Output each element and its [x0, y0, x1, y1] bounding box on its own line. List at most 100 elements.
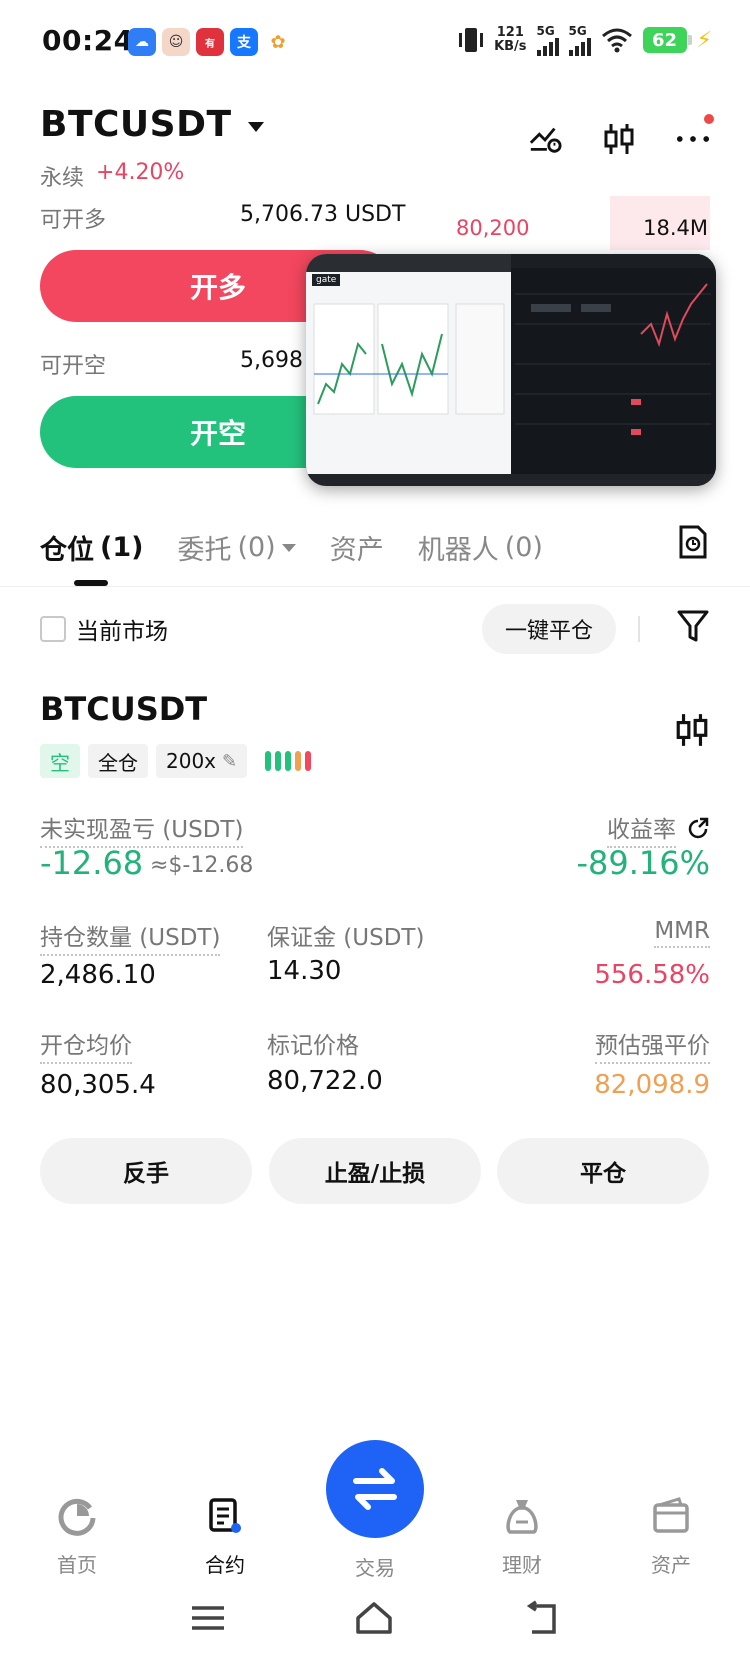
risk-level-indicator [265, 751, 312, 771]
pip-browser-bar [306, 254, 511, 272]
mark-price-label: 标记价格 [267, 1033, 359, 1059]
long-available-row: 可开多 5,706.73 USDT [40, 202, 405, 234]
menu-icon[interactable] [188, 1598, 228, 1638]
nav-earn-label: 理财 [502, 1553, 542, 1577]
youdao-icon: 有 [196, 28, 224, 56]
status-time: 00:24 [42, 24, 134, 57]
price-alert-icon [529, 127, 562, 153]
sim1-label: 5G [536, 24, 555, 38]
short-available-value: 5,698 [240, 348, 303, 373]
home-nav-icon[interactable] [354, 1598, 394, 1638]
filter-icon[interactable] [676, 608, 710, 644]
avatar-app-icon: ☺ [162, 28, 190, 56]
risk-bar [305, 751, 312, 771]
unrealized-pnl-value: -12.68 [40, 844, 144, 882]
signal-bars-icon [568, 38, 591, 56]
close-position-button[interactable]: 平仓 [497, 1138, 709, 1204]
vibrate-icon [459, 28, 484, 52]
signal-bars-icon [536, 38, 559, 56]
kline-button[interactable] [602, 122, 636, 156]
orderbook-qty: 18.4M [643, 216, 708, 240]
leverage-tag[interactable]: 200x ✎ [156, 744, 248, 778]
tab-assets[interactable]: 资产 [330, 528, 384, 567]
sim1-signal: 5G [536, 24, 559, 56]
position-symbol[interactable]: BTCUSDT [40, 690, 207, 728]
chevron-down-icon [281, 543, 296, 552]
more-icon [676, 136, 710, 142]
charging-icon: ⚡ [696, 27, 712, 53]
unrealized-pnl-usd: ≈$-12.68 [150, 853, 254, 878]
side-tag: 空 [40, 744, 80, 778]
history-document-icon[interactable] [678, 524, 708, 560]
battery-icon: 62 [642, 27, 692, 53]
nav-home-label: 首页 [57, 1553, 97, 1577]
orderbook-price[interactable]: 80,200 [456, 216, 529, 240]
nav-home[interactable]: 首页 [27, 1496, 127, 1578]
futures-icon [209, 1498, 241, 1533]
unrealized-pnl-label: 未实现盈亏 (USDT) [40, 810, 244, 848]
nav-trade-label: 交易 [355, 1556, 395, 1580]
tab-positions[interactable]: 仓位 (1) [40, 528, 143, 567]
trade-button[interactable] [326, 1440, 424, 1538]
pair-title: BTCUSDT [40, 104, 232, 145]
home-icon [58, 1498, 96, 1536]
close-all-button[interactable]: 一键平仓 [482, 604, 616, 654]
current-market-filter[interactable]: 当前市场 [40, 612, 168, 646]
net-speed: 121 KB/s [494, 26, 526, 54]
nav-assets[interactable]: 资产 [621, 1496, 721, 1578]
price-alert-button[interactable] [528, 122, 562, 156]
current-market-label: 当前市场 [76, 619, 168, 645]
notification-dot [704, 114, 714, 124]
swap-arrows-icon [353, 1468, 397, 1510]
tab-orders-label: 委托 [177, 535, 232, 566]
short-available-row: 可开空 5,698 [40, 348, 303, 380]
filter-separator [638, 616, 640, 642]
back-icon[interactable] [522, 1598, 562, 1638]
tab-orders[interactable]: 委托 (0) [177, 528, 296, 567]
pip-dark-pane [511, 254, 716, 486]
net-speed-value: 121 [496, 25, 524, 40]
more-button[interactable] [676, 114, 714, 156]
leverage-value: 200x [166, 749, 217, 773]
mark-price-value: 80,722.0 [267, 1066, 383, 1096]
baidu-netdisk-icon: ☁ [128, 28, 156, 56]
margin-label: 保证金 (USDT) [267, 925, 425, 951]
candlestick-icon [604, 124, 634, 154]
bottom-nav: 首页 合约 交易 理财 资产 [0, 1440, 750, 1580]
short-available-label: 可开空 [40, 354, 107, 379]
nav-futures[interactable]: 合约 [175, 1496, 275, 1578]
pip-chart-dark [511, 254, 716, 435]
entry-price-label: 开仓均价 [40, 1026, 132, 1064]
entry-price-value: 80,305.4 [40, 1070, 156, 1100]
floating-window[interactable]: gate [306, 254, 716, 486]
pip-chart-light [313, 303, 505, 415]
status-app-icons: ☁ ☺ 有 支 ✿ [128, 28, 292, 56]
risk-bar [265, 751, 272, 771]
chevron-down-icon [247, 121, 264, 132]
liq-price-label: 预估强平价 [595, 1026, 710, 1064]
tpsl-button[interactable]: 止盈/止损 [269, 1138, 481, 1204]
pair-selector[interactable]: BTCUSDT [40, 104, 264, 145]
current-market-checkbox[interactable] [40, 616, 66, 642]
share-refresh-icon[interactable] [686, 817, 710, 841]
tab-orders-count: (0) [237, 532, 276, 563]
system-nav-bar [0, 1598, 750, 1658]
net-speed-unit: KB/s [494, 39, 527, 54]
roi-value: -89.16% [576, 844, 710, 882]
risk-bar [285, 751, 292, 771]
candlestick-icon[interactable] [674, 712, 710, 748]
roi-label: 收益率 [607, 810, 676, 848]
status-bar: 00:24 ☁ ☺ 有 支 ✿ 121 KB/s 5G 5G 62 ⚡ [0, 0, 750, 86]
tab-bots[interactable]: 机器人 (0) [418, 528, 543, 567]
pip-light-pane: gate [306, 254, 511, 486]
price-change: +4.20% [96, 160, 185, 185]
tab-positions-label: 仓位 [40, 535, 94, 566]
tab-bots-count: (0) [504, 532, 543, 563]
reverse-button[interactable]: 反手 [40, 1138, 252, 1204]
money-bag-icon [506, 1500, 538, 1534]
wifi-icon [601, 28, 632, 53]
edit-icon: ✎ [222, 750, 238, 772]
nav-earn[interactable]: 理财 [472, 1496, 572, 1578]
nav-futures-label: 合约 [205, 1553, 245, 1577]
sim2-signal: 5G [568, 24, 591, 56]
